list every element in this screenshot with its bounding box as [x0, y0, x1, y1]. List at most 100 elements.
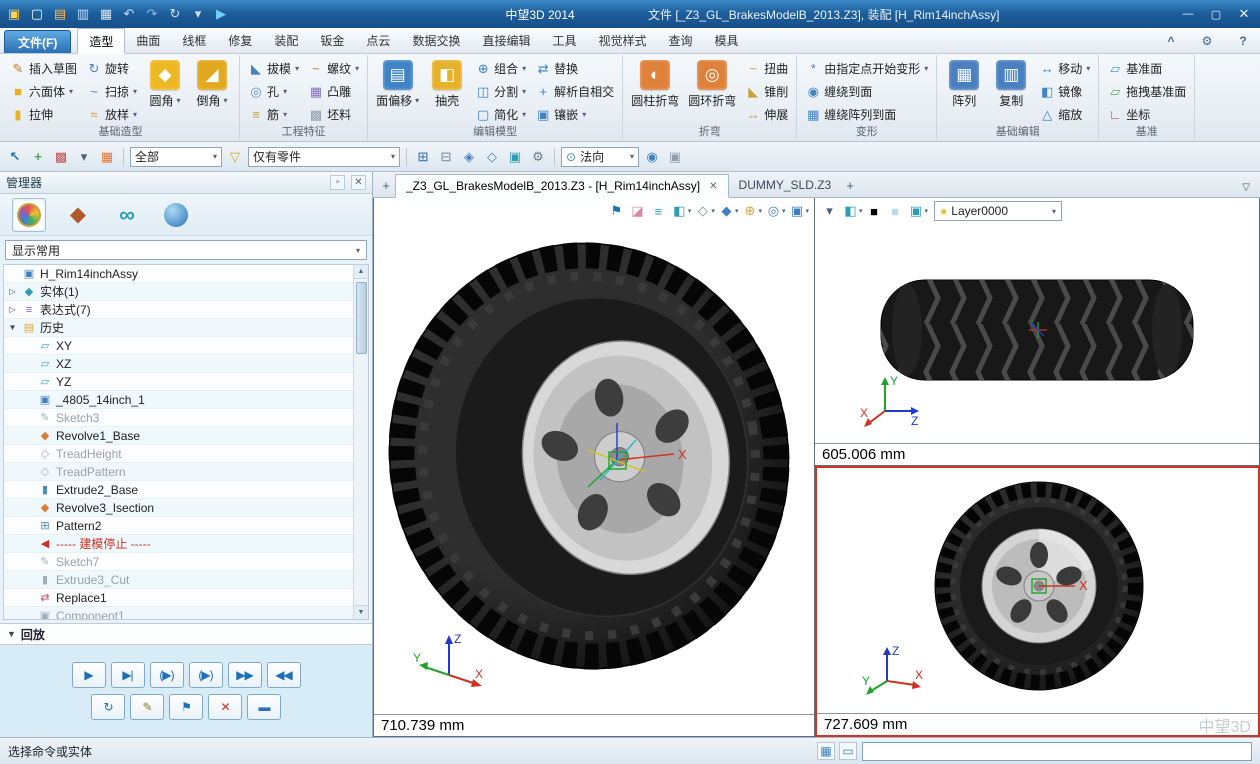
ribbon-face-offset-button[interactable]: ▤面偏移▾ — [373, 57, 422, 109]
pick-target-icon[interactable]: ◉ — [642, 147, 662, 167]
ribbon-thread-button[interactable]: ~螺纹▾ — [305, 57, 362, 80]
close-tab-icon[interactable]: ✕ — [709, 181, 717, 192]
ribbon-draft-button[interactable]: ◣拔模▾ — [245, 57, 302, 80]
tree-item-XZ[interactable]: ▱XZ — [4, 355, 353, 373]
tab-修复[interactable]: 修复 — [217, 28, 263, 53]
command-input[interactable] — [862, 742, 1252, 761]
entity-filter-icon[interactable]: ▩ — [51, 147, 71, 167]
ribbon-divide-button[interactable]: ◫分割▾ — [472, 80, 529, 103]
tree-scrollbar[interactable]: ▲ ▼ — [353, 265, 368, 619]
tree-item-Revolve3_Isection[interactable]: ◆Revolve3_Isection — [4, 499, 353, 517]
tree-item-Component1[interactable]: ▣Component1 — [4, 607, 353, 619]
zoom-icon[interactable]: ⊕ — [740, 202, 759, 221]
tree-item-Extrude3_Cut[interactable]: ▮Extrude3_Cut — [4, 571, 353, 589]
ribbon-chamfer-button[interactable]: ◢倒角▾ — [190, 57, 234, 109]
customize-icon[interactable]: ↻ — [165, 4, 185, 24]
select-arrow-icon[interactable]: ↖ — [5, 147, 25, 167]
ribbon-twist-button[interactable]: ~扭曲 — [742, 57, 791, 80]
tab-查询[interactable]: 查询 — [658, 28, 704, 53]
scroll-thumb[interactable] — [356, 282, 367, 354]
print-icon[interactable]: ▦ — [96, 4, 116, 24]
tab-造型[interactable]: 造型 — [77, 28, 125, 54]
manager-tab-history[interactable] — [12, 198, 46, 232]
fast-forward-button[interactable]: ▶▶ — [228, 662, 262, 688]
regen-button[interactable]: ↻ — [91, 694, 125, 720]
edit-button[interactable]: ✎ — [130, 694, 164, 720]
tab-overflow-icon[interactable]: ▽ — [1242, 182, 1250, 193]
walk-through-icon[interactable]: ⚑ — [607, 202, 626, 221]
settings-gear-icon[interactable]: ⚙ — [1198, 32, 1216, 50]
ribbon-hole-button[interactable]: ◎孔▾ — [245, 80, 302, 103]
tree-item-TreadHeight[interactable]: ◇TreadHeight — [4, 445, 353, 463]
close-button[interactable]: ✕ — [1230, 3, 1258, 25]
tree-item------ 建模停止 -----[interactable]: ◀----- 建模停止 ----- — [4, 535, 353, 553]
open-file-icon[interactable]: ▤ — [50, 4, 70, 24]
tree-item-Sketch3[interactable]: ✎Sketch3 — [4, 409, 353, 427]
view-dropdown-caret-icon[interactable]: ▾ — [820, 202, 839, 221]
play-loop-button[interactable]: (▶) — [150, 662, 184, 688]
view-cube-icon[interactable]: ◆ — [717, 202, 736, 221]
layer-dropdown[interactable]: ●Layer0000▾ — [934, 201, 1062, 221]
tree-item-XY[interactable]: ▱XY — [4, 337, 353, 355]
ribbon-box-button[interactable]: ■六面体▾ — [7, 80, 80, 103]
viewport-main[interactable]: X ⚑◪≡◧▾◇▾◆▾⊕▾◎▾▣▾ Z X Y — [373, 198, 815, 737]
ribbon-taper-button[interactable]: ◣锥削 — [742, 80, 791, 103]
collapse-ribbon-icon[interactable]: ^ — [1162, 32, 1180, 50]
expander-icon[interactable]: ▷ — [7, 287, 18, 296]
document-tab[interactable]: _Z3_GL_BrakesModelB_2013.Z3 - [H_Rim14in… — [395, 174, 729, 198]
filter-funnel-icon[interactable]: ▽ — [225, 147, 245, 167]
close-panel-icon[interactable]: ✕ — [351, 175, 366, 190]
add-entity-icon[interactable]: + — [28, 147, 48, 167]
snap-grid-off-icon[interactable]: ⊟ — [436, 147, 456, 167]
tab-模具[interactable]: 模具 — [704, 28, 750, 53]
document-tab[interactable]: DUMMY_SLD.Z3 — [729, 173, 842, 197]
ribbon-drag-datum-plane-button[interactable]: ▱拖拽基准面 — [1104, 80, 1189, 103]
pick-curve-icon[interactable]: ◇ — [482, 147, 502, 167]
tree-item-Replace1[interactable]: ⇄Replace1 — [4, 589, 353, 607]
manager-tab-assembly[interactable]: ◆ — [61, 198, 95, 232]
tab-曲面[interactable]: 曲面 — [125, 28, 171, 53]
help-icon[interactable]: ? — [1234, 32, 1252, 50]
tree-item-历史[interactable]: ▼▤历史 — [4, 319, 353, 337]
ribbon-resol<br>ve-self-intersect-button[interactable]: +解析自相交 — [532, 80, 617, 103]
tree-item-YZ[interactable]: ▱YZ — [4, 373, 353, 391]
ribbon-datum-plane-button[interactable]: ▱基准面 — [1104, 57, 1189, 80]
pick-settings-icon[interactable]: ⚙ — [528, 147, 548, 167]
viewport-top-right[interactable]: ▾◧▾■■▣▾●Layer0000▾ Y Z X — [815, 198, 1260, 466]
wireframe-mode-icon[interactable]: ◇ — [693, 202, 712, 221]
ribbon-move-button[interactable]: ↔移动▾ — [1036, 57, 1093, 80]
ribbon-toroidal-bend-button[interactable]: ◎圆环折弯 — [685, 57, 739, 109]
tree-item-Sketch7[interactable]: ✎Sketch7 — [4, 553, 353, 571]
tab-钣金[interactable]: 钣金 — [309, 28, 355, 53]
rotate-view-icon[interactable]: ◎ — [764, 202, 783, 221]
snap-grid-icon[interactable]: ⊞ — [413, 147, 433, 167]
ribbon-mirror-button[interactable]: ◧镜像 — [1036, 80, 1093, 103]
tab-数据交换[interactable]: 数据交换 — [401, 28, 471, 53]
window-split-icon[interactable]: ▣ — [787, 202, 806, 221]
expander-icon[interactable]: ▷ — [7, 305, 18, 314]
tree-item-Revolve1_Base[interactable]: ◆Revolve1_Base — [4, 427, 353, 445]
app-logo-icon[interactable]: ▣ — [4, 4, 24, 24]
play-to-next-button[interactable]: ▶| — [111, 662, 145, 688]
bg-color-blue-icon[interactable]: ■ — [886, 202, 905, 221]
tree-item-TreadPattern[interactable]: ◇TreadPattern — [4, 463, 353, 481]
entity-filter-all-dropdown[interactable]: 全部▾ — [130, 147, 222, 167]
quick-access-caret-icon[interactable]: ▾ — [188, 4, 208, 24]
new-document-icon[interactable]: + — [377, 173, 395, 197]
tab-装配[interactable]: 装配 — [263, 28, 309, 53]
play-button[interactable]: ▶ — [72, 662, 106, 688]
tab-线框[interactable]: 线框 — [171, 28, 217, 53]
tree-item-实体(1)[interactable]: ▷◆实体(1) — [4, 283, 353, 301]
play-icon[interactable]: ▶ — [211, 4, 231, 24]
tab-视觉样式[interactable]: 视觉样式 — [587, 28, 657, 53]
normal-direction-dropdown[interactable]: ⊙法向▾ — [561, 147, 639, 167]
replay-header[interactable]: ▼ 回放 — [0, 623, 372, 645]
new-file-icon[interactable]: ▢ — [27, 4, 47, 24]
ribbon-combine-button[interactable]: ⊕组合▾ — [472, 57, 529, 80]
tree-item-Extrude2_Base[interactable]: ▮Extrude2_Base — [4, 481, 353, 499]
undo-icon[interactable]: ↶ — [119, 4, 139, 24]
manager-tab-view[interactable] — [159, 198, 193, 232]
pick-window-icon[interactable]: ▣ — [665, 147, 685, 167]
input-toggle-icon[interactable]: ▭ — [839, 742, 857, 760]
ribbon-deform-from-point-button[interactable]: *由指定点开始变形▾ — [802, 57, 931, 80]
